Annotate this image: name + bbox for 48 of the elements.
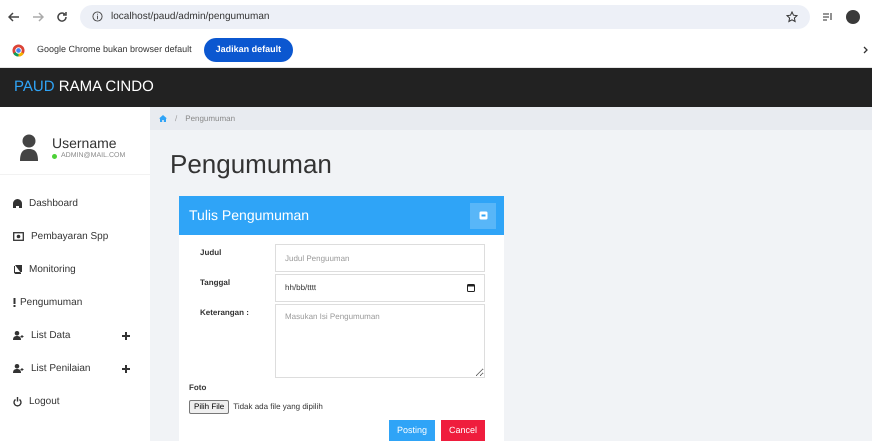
chevron-icon[interactable] [863,46,868,54]
page-title: Pengumuman [169,148,333,181]
brand-title[interactable]: PAUD RAMA CINDO [14,76,154,99]
book-icon [13,265,22,274]
dashboard-icon [13,199,22,208]
user-add-icon [13,331,24,340]
minimize-icon [478,211,488,220]
cancel-button[interactable]: Cancel [440,420,485,441]
sidebar-link[interactable]: Pengumuman [20,295,82,310]
power-icon [13,396,22,406]
sidebar-link[interactable]: Monitoring [29,262,76,277]
user-add-icon [13,364,24,373]
star-icon[interactable] [786,10,798,22]
file-status: Tidak ada file yang dipilih [233,401,323,413]
url-text: localhost/paud/admin/pengumuman [111,10,270,24]
breadcrumb-item: Pengumuman [185,112,236,124]
address-bar[interactable]: localhost/paud/admin/pengumuman [80,4,810,28]
user-name: Username [52,134,118,151]
breadcrumb-separator: / [175,112,178,124]
info-icon[interactable] [92,11,103,22]
profile-avatar[interactable] [846,10,860,24]
sidebar-link[interactable]: Dashboard [29,196,78,211]
title-field[interactable]: Judul Penguuman [275,244,485,272]
photo-label: Foto [188,382,208,394]
field-label: Tanggal [200,277,232,289]
sidebar-link[interactable]: List Penilaian [31,361,90,376]
media-icon[interactable] [822,12,834,22]
infobar-message: Google Chrome bukan browser default [37,43,192,56]
date-field[interactable]: hh/bb/tttt [275,274,485,302]
choose-file-button[interactable]: Pilih File [189,400,230,414]
panel-title: Tulis Pengumuman [189,206,310,225]
user-avatar-icon [20,134,38,162]
sidebar-link[interactable]: Pembayaran Spp [31,229,108,244]
back-icon[interactable] [8,10,20,22]
description-field[interactable]: Masukan Isi Pengumuman [275,304,485,378]
calendar-icon[interactable] [467,284,475,292]
field-label: Keterangan : [200,307,250,319]
make-default-button[interactable]: Jadikan default [204,38,294,62]
collapse-button[interactable] [470,202,496,228]
reload-icon[interactable] [56,10,68,22]
browser-logo-icon [12,44,25,56]
field-label: Judul [200,247,222,259]
plus-icon[interactable] [122,364,130,372]
exclamation-icon [13,298,16,307]
sidebar-link[interactable]: List Data [31,328,70,343]
plus-icon[interactable] [122,332,130,340]
money-icon [13,232,24,241]
sidebar-link[interactable]: Logout [29,394,60,409]
